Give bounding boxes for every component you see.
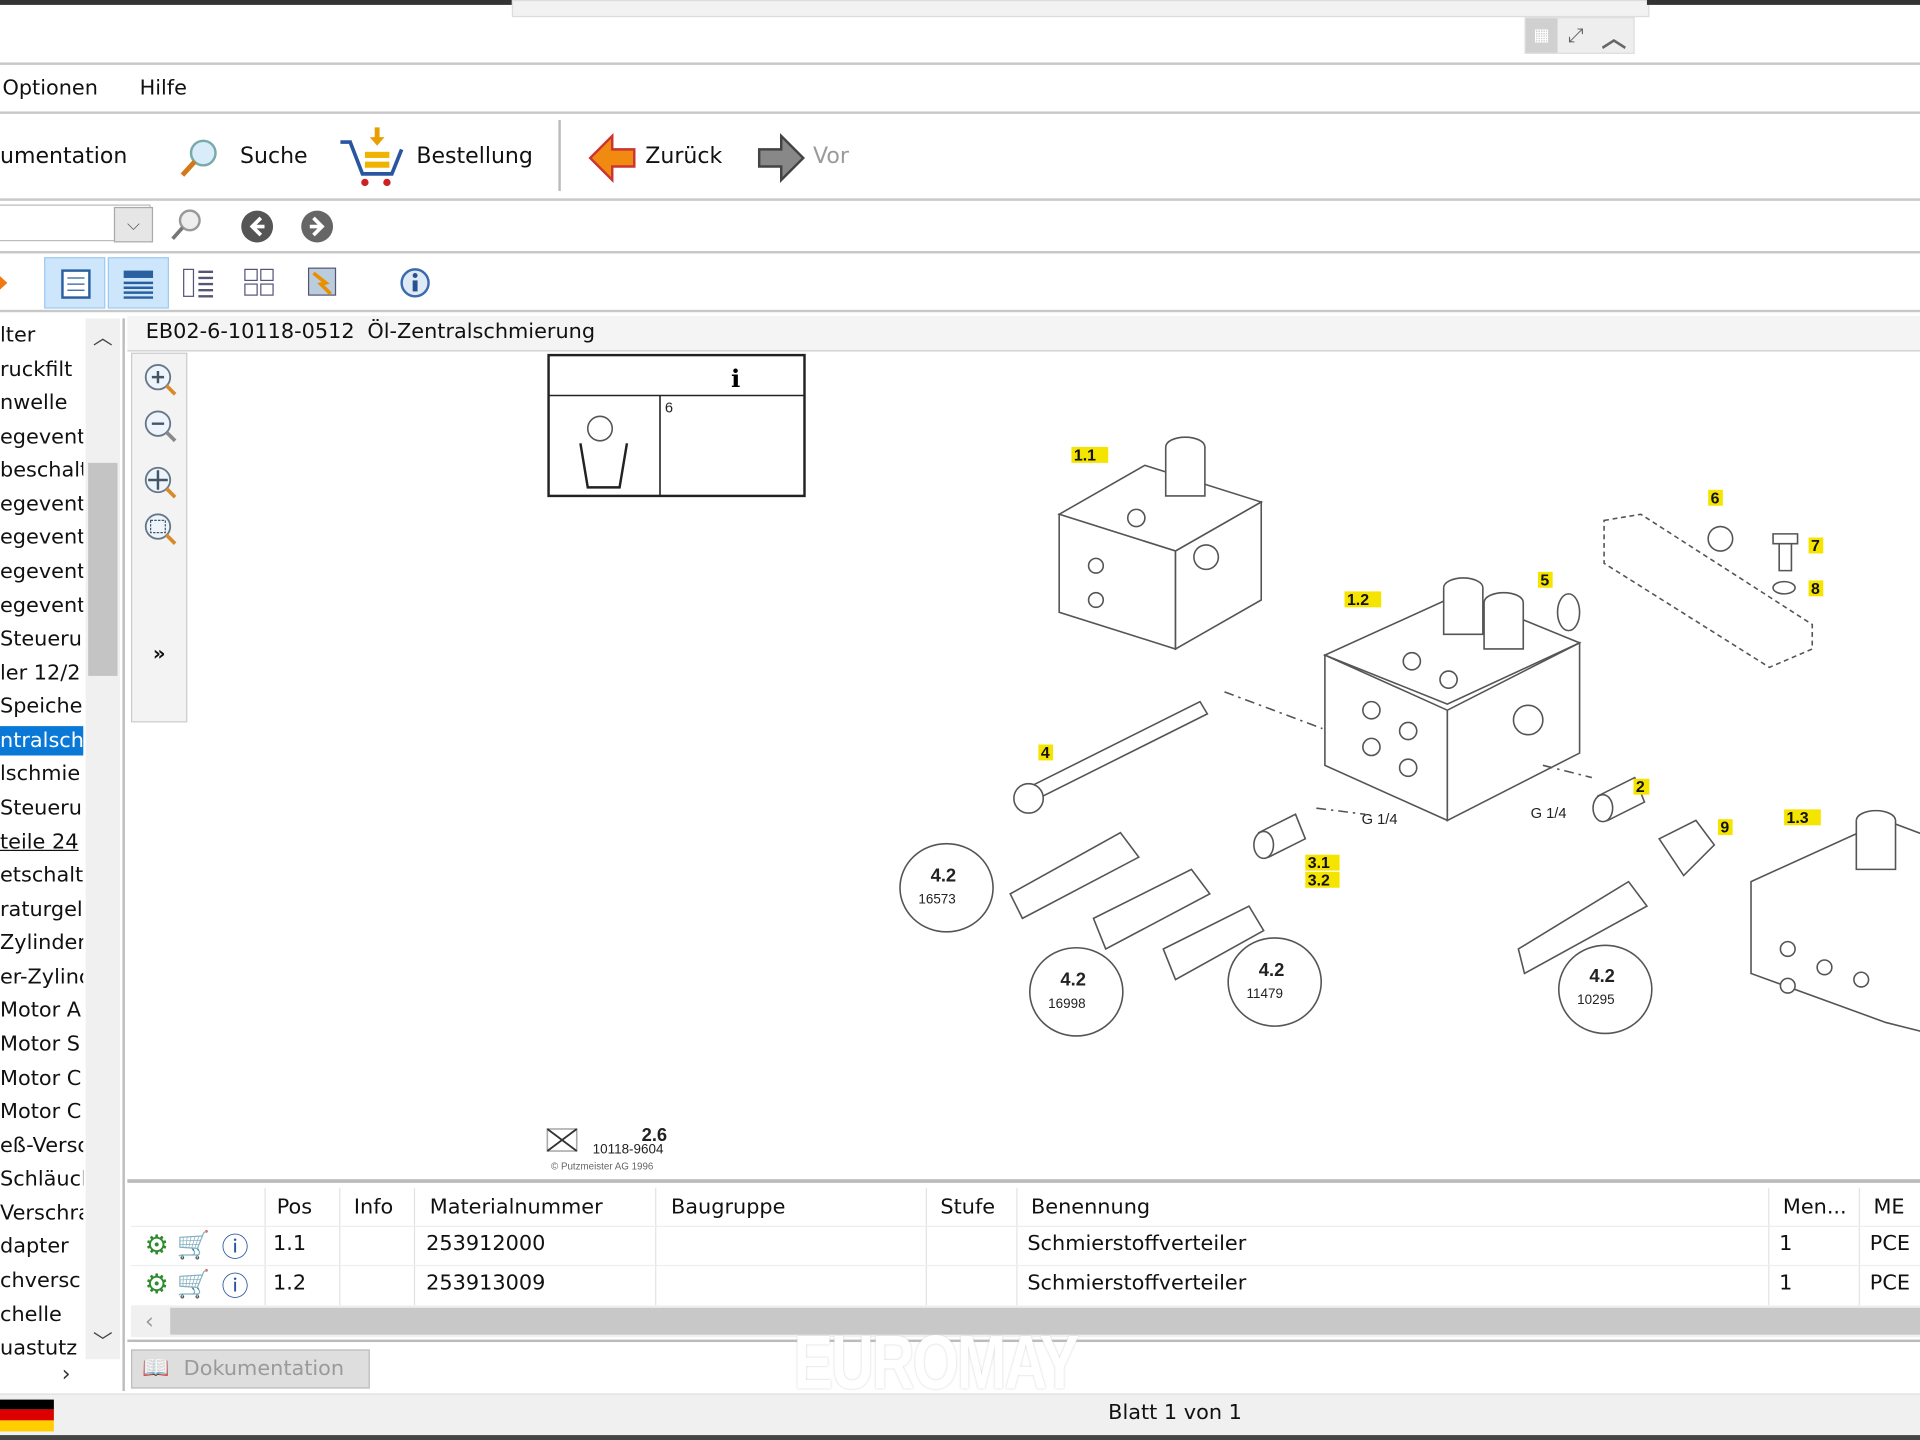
callout-label[interactable]: 6 <box>1711 490 1720 507</box>
callout-label[interactable]: 2 <box>1636 779 1645 796</box>
reference-number: 16998 <box>1048 996 1085 1011</box>
reference-number: 11479 <box>1247 986 1283 1001</box>
book-icon: 📖 <box>142 1355 170 1382</box>
table-row[interactable] <box>131 1225 1920 1265</box>
reference-number: 16573 <box>918 892 955 907</box>
seal-5 <box>1556 593 1581 632</box>
splitter[interactable] <box>127 1179 1920 1183</box>
page-indicator: Blatt 1 von 1 <box>1108 1400 1242 1426</box>
info-icon: i <box>731 364 740 393</box>
scroll-right-icon[interactable]: › <box>49 1359 83 1388</box>
washer-8 <box>1772 580 1796 595</box>
callout-label[interactable]: 1.3 <box>1787 810 1809 827</box>
reference-section: 4.2 <box>1589 965 1615 986</box>
nut-6 <box>1707 525 1734 552</box>
scroll-down-icon[interactable]: ﹀ <box>86 1325 120 1354</box>
screw-7 <box>1772 533 1799 572</box>
cell-menge: 1 <box>1779 1231 1793 1257</box>
column-header[interactable]: Info <box>354 1195 393 1219</box>
tree-item[interactable]: chversc <box>0 1266 83 1295</box>
thread-label: G 1/4 <box>1362 812 1398 828</box>
cell-benennung: Schmierstoffverteiler <box>1027 1231 1247 1257</box>
watermark: EUROMAY <box>793 1321 1079 1406</box>
info-box-number: 6 <box>665 401 673 417</box>
tree-item[interactable]: uastutz <box>0 1334 83 1359</box>
info-icon[interactable]: ⓘ <box>218 1229 252 1264</box>
cart-icon[interactable]: 🛒 <box>176 1269 211 1301</box>
parts-drawing[interactable]: 1.1 1.2 1.3 2 3.1 3.2 4 5 6 7 8 9 G 1/4 … <box>0 0 1920 1182</box>
callout-label[interactable]: 3.1 <box>1308 855 1330 872</box>
footer-copyright: © Putzmeister AG 1996 <box>551 1161 654 1172</box>
bottom-border <box>0 1435 1920 1440</box>
cell-material: 253913009 <box>426 1271 546 1296</box>
german-flag-icon[interactable] <box>0 1399 54 1432</box>
footer-drawing-number: 10118-9604 <box>593 1141 664 1156</box>
callout-label[interactable]: 3.2 <box>1308 872 1330 889</box>
scroll-left-icon[interactable]: ‹ <box>136 1305 163 1337</box>
cell-menge: 1 <box>1779 1271 1793 1296</box>
table-row[interactable] <box>131 1264 1920 1304</box>
reference-balloon <box>1227 937 1323 1027</box>
column-header[interactable]: Baugruppe <box>671 1195 785 1219</box>
reference-number: 10295 <box>1577 992 1614 1007</box>
column-header[interactable]: ME <box>1873 1195 1904 1219</box>
cart-icon[interactable]: 🛒 <box>176 1229 211 1261</box>
reference-balloon <box>899 842 994 933</box>
callout-label[interactable]: 1.1 <box>1074 447 1096 464</box>
callout-label[interactable]: 9 <box>1720 820 1729 837</box>
callout-label[interactable]: 8 <box>1811 581 1820 598</box>
thread-label: G 1/4 <box>1531 806 1567 822</box>
cell-benennung: Schmierstoffverteiler <box>1027 1271 1247 1296</box>
column-header[interactable]: Stufe <box>940 1195 995 1219</box>
callout-label[interactable]: 7 <box>1811 538 1820 555</box>
cell-me: PCE <box>1869 1271 1911 1296</box>
tree-item[interactable]: Verschra <box>0 1199 83 1228</box>
gear-icon[interactable]: ⚙ <box>140 1269 174 1301</box>
reference-section: 4.2 <box>931 865 957 886</box>
reference-section: 4.2 <box>1060 969 1086 990</box>
dokumentation-tab[interactable]: 📖 Dokumentation <box>131 1349 370 1389</box>
column-header[interactable]: Materialnummer <box>430 1195 603 1219</box>
dokumentation-tab-label: Dokumentation <box>183 1356 345 1382</box>
elbow-9 <box>1658 819 1716 877</box>
reference-section: 4.2 <box>1259 959 1285 980</box>
cell-pos: 1.1 <box>273 1231 307 1257</box>
column-header[interactable]: Men... <box>1783 1195 1847 1219</box>
column-header[interactable]: Pos <box>277 1195 312 1219</box>
cell-material: 253912000 <box>426 1231 546 1257</box>
info-icon[interactable]: ⓘ <box>218 1269 252 1303</box>
cell-pos: 1.2 <box>273 1271 307 1296</box>
column-header[interactable]: Benennung <box>1031 1195 1150 1219</box>
reference-balloon <box>1557 944 1653 1035</box>
info-box <box>547 353 806 498</box>
tree-item[interactable]: chelle <box>0 1300 83 1329</box>
reference-balloon <box>1029 946 1124 1037</box>
app-window: ▦ ⤢ ︿ Optionen Hilfe umentation Suche Be… <box>0 0 1920 1440</box>
callout-label[interactable]: 5 <box>1540 572 1549 589</box>
gear-icon[interactable]: ⚙ <box>140 1229 174 1261</box>
tree-item[interactable]: dapter <box>0 1232 83 1261</box>
callout-label[interactable]: 1.2 <box>1347 592 1369 609</box>
callout-label[interactable]: 4 <box>1041 745 1050 762</box>
cell-me: PCE <box>1869 1231 1911 1257</box>
